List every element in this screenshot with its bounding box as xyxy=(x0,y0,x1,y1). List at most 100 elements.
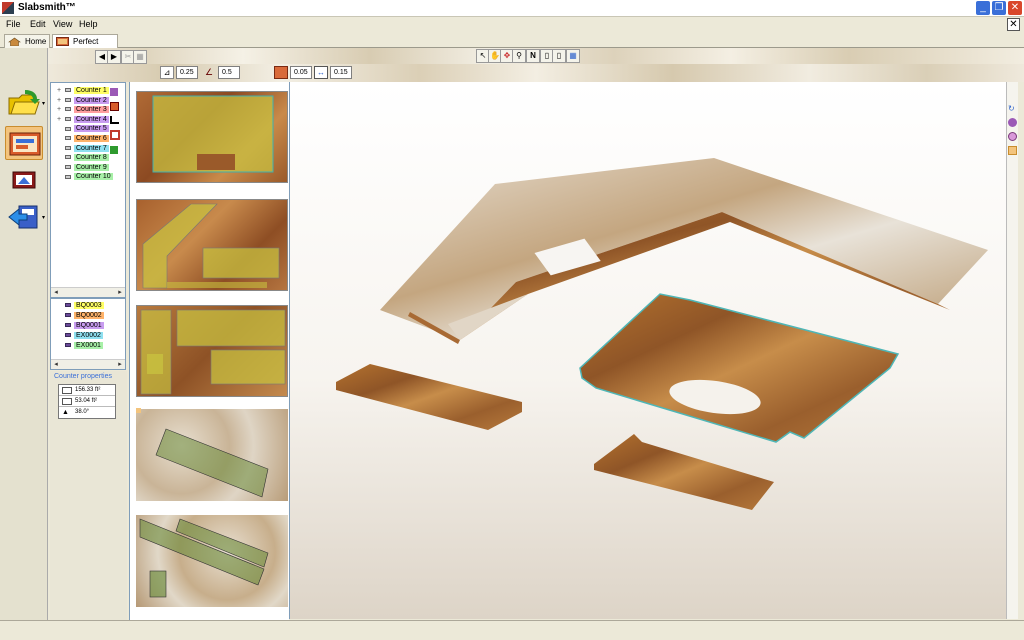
area-total-value: 156.33 ft² xyxy=(75,387,101,393)
counter-label: Counter 6 xyxy=(74,135,109,142)
copy-button[interactable]: ▦ xyxy=(133,50,147,64)
texture-icon[interactable] xyxy=(1008,146,1017,155)
slab-label: EX0002 xyxy=(74,332,103,339)
tab-home[interactable]: Home xyxy=(4,34,50,48)
counter-label: Counter 9 xyxy=(74,163,109,171)
counter-item[interactable]: Counter 5 xyxy=(57,124,109,133)
counter-icon xyxy=(65,97,71,102)
countertop-3d-render xyxy=(336,158,988,510)
north-view-button[interactable]: N xyxy=(526,49,540,63)
slab-item[interactable]: EX0002 xyxy=(57,331,103,340)
expander-icon[interactable]: + xyxy=(57,86,63,95)
properties-box: 156.33 ft² 53.04 ft² ▲ 38.0° xyxy=(58,384,116,419)
slabs-list-panel: BQ0003 BQ0002 BQ0001 EX0002 EX0001 ◂ ▸ xyxy=(50,298,126,370)
counter-item[interactable]: + Counter 1 xyxy=(57,86,109,95)
perfect-match-large-icon xyxy=(9,132,41,156)
expander-icon[interactable]: + xyxy=(57,115,63,124)
tab-bar: Home Perfect Match xyxy=(0,33,1024,59)
counter-label: Counter 3 xyxy=(74,106,109,114)
slab-thumbnail-3[interactable] xyxy=(136,305,288,397)
refresh-icon[interactable]: ↻ xyxy=(1008,104,1017,113)
menu-bar: File Edit View Help xyxy=(0,17,1024,33)
slab-thumbnail-5[interactable] xyxy=(136,515,288,607)
counter-properties-panel: Counter properties 156.33 ft² 53.04 ft² … xyxy=(50,371,127,621)
angle-row: ▲ 38.0° xyxy=(59,407,115,418)
export-dropdown-arrow[interactable]: ▾ xyxy=(42,214,45,221)
param3-icon xyxy=(274,66,288,79)
slabs-horizontal-scrollbar[interactable]: ◂ ▸ xyxy=(51,359,125,369)
perfect-match-icon xyxy=(56,37,69,46)
counter-cutout-icon[interactable] xyxy=(110,130,120,140)
counter-item[interactable]: + Counter 4 xyxy=(57,115,109,124)
menu-edit[interactable]: Edit xyxy=(30,19,46,29)
area-icon xyxy=(62,387,72,394)
restore-button[interactable]: ❐ xyxy=(992,1,1006,15)
counter-icon xyxy=(65,126,71,131)
param2-field[interactable]: 0.5 xyxy=(218,66,240,79)
slab-label: EX0001 xyxy=(74,342,103,349)
menu-view[interactable]: View xyxy=(53,19,72,29)
slab-icon xyxy=(65,313,71,318)
grid-view-button[interactable]: ▦ xyxy=(566,49,580,63)
slab-1-layout xyxy=(152,95,274,173)
layout-button[interactable] xyxy=(5,164,43,198)
slab-label: BQ0003 xyxy=(74,302,104,309)
param1-icon: ⊿ xyxy=(160,66,174,79)
counter-item[interactable]: Counter 10 xyxy=(57,172,113,181)
view-two-button[interactable]: ▯ xyxy=(552,49,566,63)
export-button[interactable] xyxy=(5,200,43,234)
counter-icon xyxy=(65,88,71,93)
angle-value: 38.0° xyxy=(75,409,90,415)
open-button[interactable] xyxy=(5,86,43,120)
counters-mini-toolbar xyxy=(110,88,128,168)
minimize-button[interactable]: _ xyxy=(976,1,990,15)
counter-icon xyxy=(65,164,71,169)
counter-properties-title: Counter properties xyxy=(54,373,112,380)
small-slab-center-render xyxy=(594,434,774,510)
slab-item[interactable]: BQ0003 xyxy=(57,301,104,310)
counter-item[interactable]: + Counter 2 xyxy=(57,96,109,105)
nav-forward-button[interactable]: ▶ xyxy=(107,50,121,64)
slab-item[interactable]: BQ0001 xyxy=(57,321,104,330)
close-button[interactable]: ✕ xyxy=(1008,1,1022,15)
expander-icon[interactable]: + xyxy=(57,96,63,105)
menu-help[interactable]: Help xyxy=(79,19,98,29)
material-icon[interactable] xyxy=(1008,132,1017,141)
menu-file[interactable]: File xyxy=(6,19,21,29)
expander-icon[interactable]: + xyxy=(57,105,63,114)
param1-field[interactable]: 0.25 xyxy=(176,66,198,79)
sphere-icon[interactable] xyxy=(1008,118,1017,127)
slab-thumbnail-2[interactable] xyxy=(136,199,288,291)
open-dropdown-arrow[interactable]: ▾ xyxy=(42,100,45,107)
slab-thumbnail-1[interactable] xyxy=(136,91,288,183)
title-bar: Slabsmith™ _ ❐ ✕ xyxy=(0,0,1024,17)
counter-item[interactable]: Counter 9 xyxy=(57,163,109,172)
counter-edge-icon[interactable] xyxy=(110,116,119,124)
counter-color-icon[interactable] xyxy=(110,88,118,96)
slab-2-layout xyxy=(142,203,280,289)
counter-item[interactable]: + Counter 3 xyxy=(57,105,109,114)
param3-field[interactable]: 0.05 xyxy=(290,66,312,79)
layout-icon xyxy=(12,171,36,189)
counter-assign-icon[interactable] xyxy=(110,146,118,154)
counters-horizontal-scrollbar[interactable]: ◂ ▸ xyxy=(51,287,125,297)
counter-item[interactable]: Counter 7 xyxy=(57,144,109,153)
counter-icon xyxy=(65,136,71,141)
perfect-match-button[interactable] xyxy=(5,126,43,160)
area-net-icon xyxy=(62,398,72,405)
counter-item[interactable]: Counter 6 xyxy=(57,134,109,143)
island-counter-render xyxy=(579,293,900,443)
3d-viewport[interactable] xyxy=(289,82,1006,619)
tab-perfect-match[interactable]: Perfect Match xyxy=(52,34,118,59)
counter-icon xyxy=(65,107,71,112)
document-close-button[interactable]: ✕ xyxy=(1007,18,1020,31)
counter-item[interactable]: Counter 8 xyxy=(57,153,109,162)
counter-add-icon[interactable] xyxy=(110,102,119,111)
slab-item[interactable]: BQ0002 xyxy=(57,311,104,320)
area-total-row: 156.33 ft² xyxy=(59,385,115,396)
slab-thumbnail-4[interactable] xyxy=(136,409,288,501)
zoom-tool-button[interactable]: ⚲ xyxy=(512,49,526,63)
param4-field[interactable]: 0.15 xyxy=(330,66,352,79)
slab-item[interactable]: EX0001 xyxy=(57,341,103,350)
counter-icon xyxy=(65,155,71,160)
